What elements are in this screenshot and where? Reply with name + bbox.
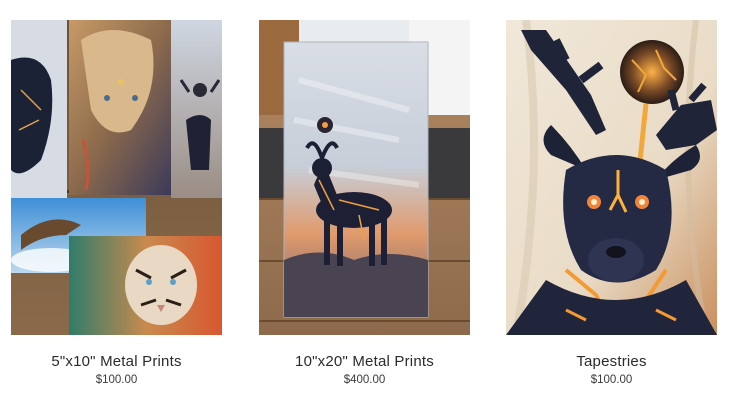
product-card[interactable]: 10"x20" Metal Prints $400.00 xyxy=(259,20,470,386)
product-image-metal-prints-5x10[interactable] xyxy=(11,20,222,335)
product-image-metal-prints-10x20[interactable] xyxy=(259,20,470,335)
product-card[interactable]: Tapestries $100.00 xyxy=(506,20,717,386)
product-price: $400.00 xyxy=(343,374,386,386)
product-image-tapestries[interactable] xyxy=(506,20,717,335)
product-photo xyxy=(11,20,222,335)
product-title[interactable]: Tapestries xyxy=(506,353,717,370)
product-photo xyxy=(259,20,470,335)
product-title[interactable]: 10"x20" Metal Prints xyxy=(259,353,470,370)
product-card[interactable]: 5"x10" Metal Prints $100.00 xyxy=(11,20,222,386)
product-price: $100.00 xyxy=(95,374,138,386)
product-title[interactable]: 5"x10" Metal Prints xyxy=(11,353,222,370)
product-photo xyxy=(506,20,717,335)
product-price: $100.00 xyxy=(590,374,633,386)
